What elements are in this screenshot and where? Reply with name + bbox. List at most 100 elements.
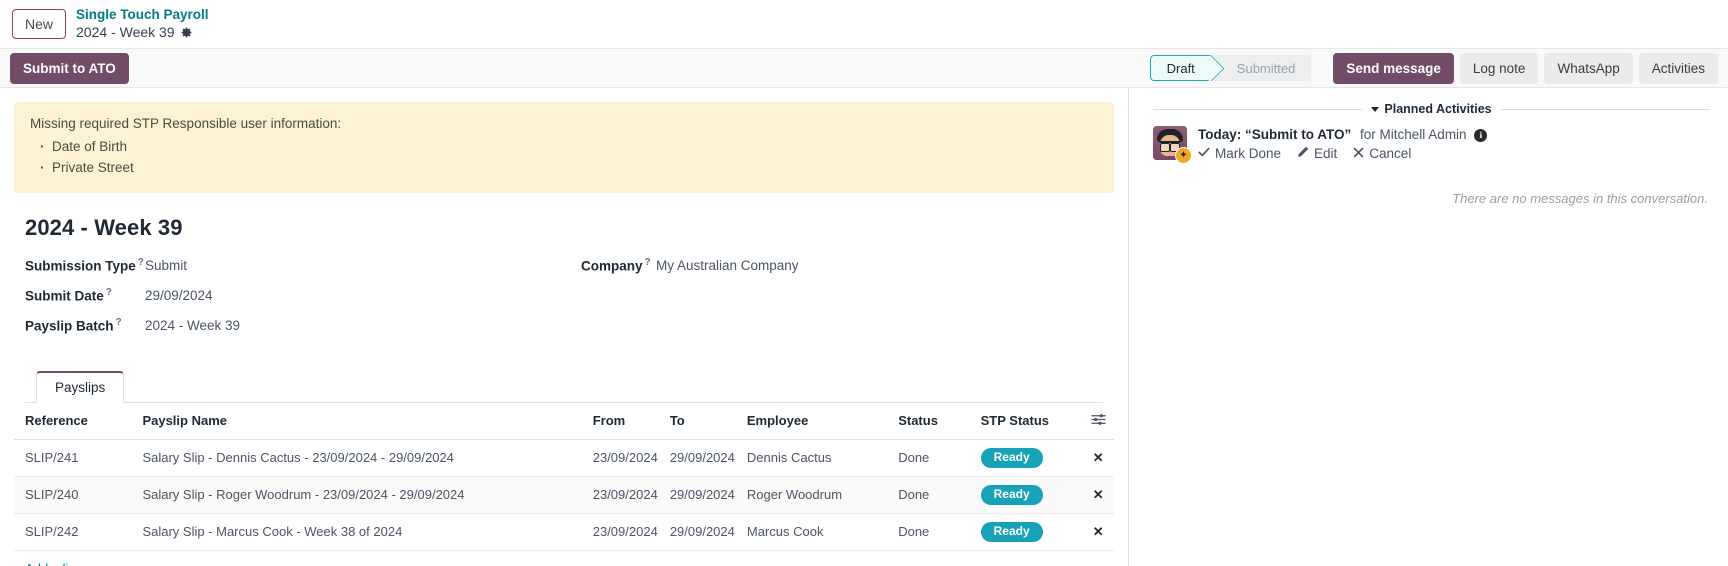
cell-payslip-name[interactable]: Salary Slip - Marcus Cook - Week 38 of 2… xyxy=(136,513,586,550)
status-submitted[interactable]: Submitted xyxy=(1211,55,1312,81)
form-sheet: Missing required STP Responsible user in… xyxy=(0,88,1129,566)
column-header-payslip-name[interactable]: Payslip Name xyxy=(136,403,586,440)
cell-stp-status[interactable]: Ready xyxy=(975,476,1083,513)
field-value[interactable]: Submit xyxy=(145,258,187,273)
column-header-stp-status[interactable]: STP Status xyxy=(975,403,1083,440)
payslips-table: Reference Payslip Name From To Employee … xyxy=(14,403,1114,551)
notebook-tabs: Payslips xyxy=(25,371,1103,403)
breadcrumb-current: 2024 - Week 39 xyxy=(76,24,175,41)
close-icon xyxy=(1353,146,1364,161)
alert-heading: Missing required STP Responsible user in… xyxy=(30,114,1098,135)
planned-activities-divider: Planned Activities xyxy=(1153,102,1710,116)
field-value[interactable]: My Australian Company xyxy=(656,258,799,273)
chatter-panel: Planned Activities ✦ Today: “Submit to A… xyxy=(1129,88,1728,566)
cell-payslip-name[interactable]: Salary Slip - Dennis Cactus - 23/09/2024… xyxy=(136,439,586,476)
activity-body: Today: “Submit to ATO” for Mitchell Admi… xyxy=(1198,126,1487,161)
chevron-down-icon xyxy=(1371,107,1379,112)
cell-status[interactable]: Done xyxy=(892,439,974,476)
alert-item: Private Street xyxy=(50,158,1098,179)
cell-reference[interactable]: SLIP/242 xyxy=(14,513,136,550)
edit-activity-button[interactable]: Edit xyxy=(1297,146,1337,161)
breadcrumb-parent-link[interactable]: Single Touch Payroll xyxy=(76,7,209,23)
activity-type-icon: ✦ xyxy=(1175,147,1192,164)
activity-assignee: for Mitchell Admin xyxy=(1360,127,1467,142)
page-title: 2024 - Week 39 xyxy=(25,215,1103,241)
cell-status[interactable]: Done xyxy=(892,513,974,550)
help-icon[interactable]: ? xyxy=(138,257,144,268)
cell-from[interactable]: 23/09/2024 xyxy=(587,476,664,513)
cell-employee[interactable]: Dennis Cactus xyxy=(741,439,892,476)
cell-employee[interactable]: Roger Woodrum xyxy=(741,476,892,513)
pencil-icon xyxy=(1297,146,1309,161)
field-value[interactable]: 29/09/2024 xyxy=(145,288,213,303)
add-a-line-link[interactable]: Add a line xyxy=(25,561,83,566)
add-line-row: Add a line xyxy=(14,551,1114,566)
cell-employee[interactable]: Marcus Cook xyxy=(741,513,892,550)
help-icon[interactable]: ? xyxy=(116,317,122,328)
table-head: Reference Payslip Name From To Employee … xyxy=(14,403,1114,440)
edit-label: Edit xyxy=(1314,146,1337,161)
field-submission-type: Submission Type? Submit xyxy=(25,257,581,287)
table-row[interactable]: SLIP/240 Salary Slip - Roger Woodrum - 2… xyxy=(14,476,1114,513)
delete-row-icon[interactable]: ✕ xyxy=(1093,487,1104,503)
field-column-right: Company? My Australian Company xyxy=(581,257,1103,347)
delete-row-icon[interactable]: ✕ xyxy=(1093,524,1104,540)
column-header-to[interactable]: To xyxy=(664,403,741,440)
new-record-button[interactable]: New xyxy=(12,9,66,39)
field-submit-date: Submit Date? 29/09/2024 xyxy=(25,287,581,317)
column-header-status[interactable]: Status xyxy=(892,403,974,440)
submit-to-ato-button[interactable]: Submit to ATO xyxy=(10,53,129,84)
cancel-activity-button[interactable]: Cancel xyxy=(1353,146,1411,161)
field-label: Submission Type? xyxy=(25,257,145,274)
notebook: Payslips xyxy=(25,371,1103,403)
activity-summary: “Submit to ATO” xyxy=(1245,127,1351,142)
send-message-button[interactable]: Send message xyxy=(1333,53,1454,84)
cell-reference[interactable]: SLIP/241 xyxy=(14,439,136,476)
planned-activities-toggle[interactable]: Planned Activities xyxy=(1371,102,1491,116)
field-grid: Submission Type? Submit Submit Date? 29/… xyxy=(25,257,1103,347)
cell-to[interactable]: 29/09/2024 xyxy=(664,476,741,513)
table-row[interactable]: SLIP/242 Salary Slip - Marcus Cook - Wee… xyxy=(14,513,1114,550)
divider-line-left xyxy=(1153,109,1362,110)
avatar-glasses xyxy=(1160,141,1180,148)
divider-line-right xyxy=(1501,109,1710,110)
gear-icon[interactable] xyxy=(180,26,193,39)
column-header-employee[interactable]: Employee xyxy=(741,403,892,440)
cancel-label: Cancel xyxy=(1369,146,1411,161)
log-note-button[interactable]: Log note xyxy=(1460,53,1539,84)
activities-button[interactable]: Activities xyxy=(1639,53,1718,84)
activity-summary-line: Today: “Submit to ATO” for Mitchell Admi… xyxy=(1198,127,1487,142)
cell-to[interactable]: 29/09/2024 xyxy=(664,439,741,476)
cell-payslip-name[interactable]: Salary Slip - Roger Woodrum - 23/09/2024… xyxy=(136,476,586,513)
help-icon[interactable]: ? xyxy=(645,257,651,268)
column-header-reference[interactable]: Reference xyxy=(14,403,136,440)
chatter-action-buttons: Send message Log note WhatsApp Activitie… xyxy=(1333,53,1718,84)
cell-stp-status[interactable]: Ready xyxy=(975,513,1083,550)
table-body: SLIP/241 Salary Slip - Dennis Cactus - 2… xyxy=(14,439,1114,550)
field-value[interactable]: 2024 - Week 39 xyxy=(145,318,240,333)
field-label: Company? xyxy=(581,257,656,274)
cell-reference[interactable]: SLIP/240 xyxy=(14,476,136,513)
delete-row-icon[interactable]: ✕ xyxy=(1093,450,1104,466)
status-draft[interactable]: Draft xyxy=(1150,55,1211,81)
tab-payslips[interactable]: Payslips xyxy=(36,371,124,403)
cell-to[interactable]: 29/09/2024 xyxy=(664,513,741,550)
activity-date: Today: xyxy=(1198,127,1241,142)
status-badge: Ready xyxy=(981,522,1043,542)
info-icon[interactable]: i xyxy=(1474,129,1487,142)
avatar[interactable]: ✦ xyxy=(1153,126,1187,160)
column-options-icon[interactable] xyxy=(1091,412,1106,427)
column-header-options xyxy=(1082,403,1114,440)
cell-from[interactable]: 23/09/2024 xyxy=(587,439,664,476)
alert-item-list: Date of Birth Private Street xyxy=(30,137,1098,179)
cell-status[interactable]: Done xyxy=(892,476,974,513)
empty-conversation-message: There are no messages in this conversati… xyxy=(1153,191,1710,206)
column-header-from[interactable]: From xyxy=(587,403,664,440)
status-bar: Draft Submitted xyxy=(1150,55,1312,81)
mark-done-button[interactable]: Mark Done xyxy=(1198,146,1281,161)
cell-from[interactable]: 23/09/2024 xyxy=(587,513,664,550)
help-icon[interactable]: ? xyxy=(106,287,112,298)
cell-stp-status[interactable]: Ready xyxy=(975,439,1083,476)
table-row[interactable]: SLIP/241 Salary Slip - Dennis Cactus - 2… xyxy=(14,439,1114,476)
whatsapp-button[interactable]: WhatsApp xyxy=(1544,53,1632,84)
